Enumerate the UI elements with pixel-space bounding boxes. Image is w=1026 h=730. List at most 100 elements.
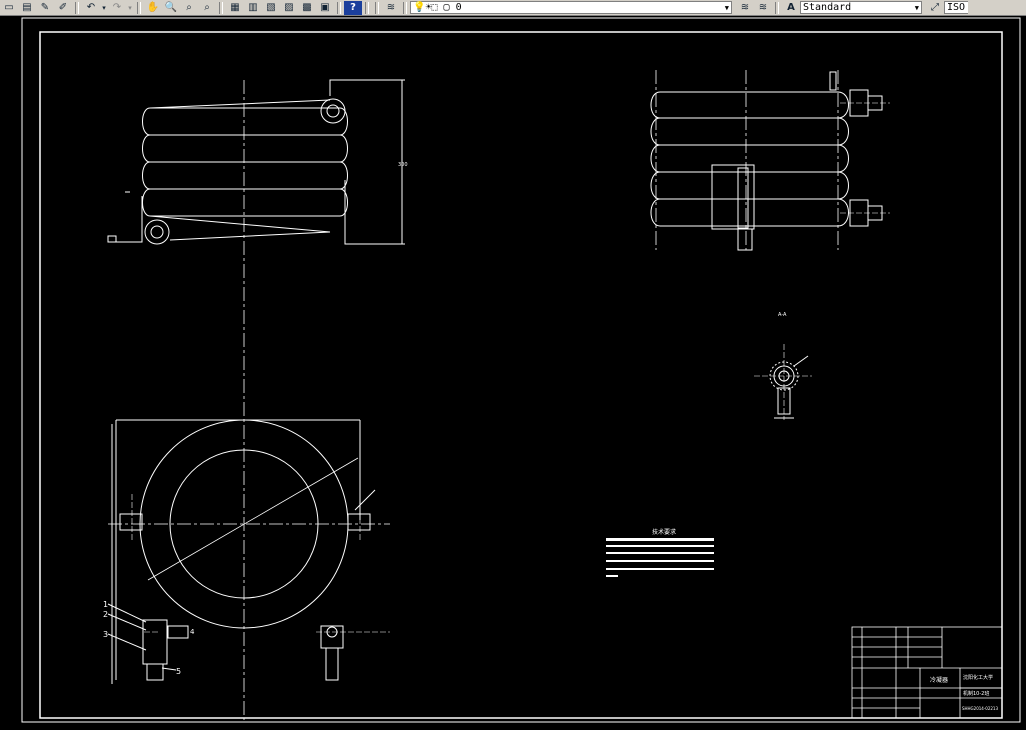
coil-bend [837,198,849,227]
outer-frame [21,17,1021,723]
section-leader [793,355,809,367]
requirement-line [606,560,714,562]
coil-outlet-line [149,215,331,233]
part-number: 3 [103,630,108,639]
bottom-extension-line [344,180,405,245]
coil-inlet-line [149,99,331,109]
zoom-previous-icon[interactable]: ⌕ [198,1,216,15]
right-lug [347,513,371,531]
toolbar-separator [375,1,379,14]
coil-bend [837,144,849,173]
pipe-bore-bottom [150,225,164,239]
drawing-number: SHHG2014-02213 [962,706,998,711]
bracket-dimension [737,229,753,251]
make-layer-current-icon[interactable]: ≋ [736,1,754,15]
section-a-a: A-A [754,312,812,420]
toolbar-separator [219,1,223,14]
leader-line-5 [161,667,177,671]
school-name: 沈阳化工大学 [963,674,993,681]
radius-dimension [147,457,359,581]
text-style-icon[interactable]: A [782,1,800,15]
coil-turn [142,188,348,217]
requirement-line [606,575,618,577]
coil-turn [142,161,348,190]
part-number: 1 [103,600,108,609]
title-block-frame [851,626,1003,719]
new-icon[interactable]: ▭ [0,1,18,15]
outlet-pipe [325,647,339,681]
section-label: A-A [778,312,787,318]
match-properties-icon[interactable]: ✐ [54,1,72,15]
help-icon[interactable]: ? [344,0,362,15]
toolbar-separator [337,1,341,14]
bracket-web [737,167,749,229]
properties-icon[interactable]: ▦ [226,1,244,15]
leader-line-2 [107,613,147,631]
current-layer-name: 0 [455,2,462,13]
coil-turn [650,117,838,146]
support-foot [107,235,117,243]
toolbar-separator [365,1,369,14]
dropdown-arrow-icon[interactable]: ▾ [100,1,108,15]
coil-elevation-view: 300 [107,79,408,720]
requirement-line [606,545,714,547]
lug-leader [354,489,376,511]
toolbar-separator [137,1,141,14]
layer-previous-icon[interactable]: ≋ [754,1,772,15]
drawing-canvas[interactable]: 300 A-A 1 2 3 4 5 技术要求 冷凝器 沈阳化工大学 机制10-2… [0,16,1026,726]
requirement-line [606,568,714,570]
text-style-value: Standard [803,2,852,13]
dimension-label: 300 [398,162,408,168]
dim-style-dropdown[interactable]: ISO [944,1,968,14]
leader-line-1 [107,603,147,623]
pipe-connector-top [320,98,346,124]
coil-turn [142,107,348,136]
top-extension-line [329,79,405,96]
sheet-set-icon[interactable]: ▨ [280,1,298,15]
dropdown-arrow-icon[interactable]: ▾ [126,1,134,15]
dim-style-value: ISO [947,2,966,13]
coil-side-view [650,70,890,251]
layer-state-icons: 💡☀⬚ ▢ 0 [413,2,462,13]
leader-line-3 [107,633,147,651]
inlet-thread [146,663,164,681]
toolbar-separator [403,1,407,14]
pencil-icon[interactable]: ✎ [36,1,54,15]
coil-bend [837,117,849,146]
title-block: 冷凝器 沈阳化工大学 机制10-2班 SHHG2014-02213 [851,626,1003,719]
toolbar-separator [775,1,779,14]
coil-turn [650,171,838,200]
markup-icon[interactable]: ▩ [298,1,316,15]
pan-icon[interactable]: ✋ [144,1,162,15]
part-number: 4 [190,628,195,636]
toolbar-separator [75,1,79,14]
zoom-realtime-icon[interactable]: 🔍 [162,1,180,15]
coil-plan-view: 1 2 3 4 5 [103,419,390,684]
text-style-dropdown[interactable]: Standard ▼ [800,1,922,14]
coil-bend [837,91,849,119]
layer-dropdown[interactable]: 💡☀⬚ ▢ 0 ▼ [410,1,732,14]
technical-requirements: 技术要求 [606,528,714,577]
undo-icon[interactable]: ↶ [82,1,100,15]
tech-requirements-title: 技术要求 [652,528,676,536]
tool-palettes-icon[interactable]: ▧ [262,1,280,15]
left-lug [119,513,143,531]
pipe-bore-top [326,104,340,118]
requirement-line [606,538,714,541]
zoom-window-icon[interactable]: ⌕ [180,1,198,15]
dim-style-icon[interactable]: ⤢ [926,1,944,15]
coil-turn [142,134,348,163]
redo-icon[interactable]: ↷ [108,1,126,15]
chevron-down-icon[interactable]: ▼ [725,4,729,12]
requirement-line [606,552,714,554]
coil-turn [650,198,838,227]
support-bracket [110,196,143,243]
pipe-connector-bottom [144,219,170,245]
part-number: 2 [103,610,108,619]
chevron-down-icon[interactable]: ▼ [915,4,919,12]
calculator-icon[interactable]: ▣ [316,1,334,15]
open-icon[interactable]: ▤ [18,1,36,15]
inlet-fitting [142,619,168,665]
layer-manager-icon[interactable]: ≋ [382,1,400,15]
design-center-icon[interactable]: ▥ [244,1,262,15]
